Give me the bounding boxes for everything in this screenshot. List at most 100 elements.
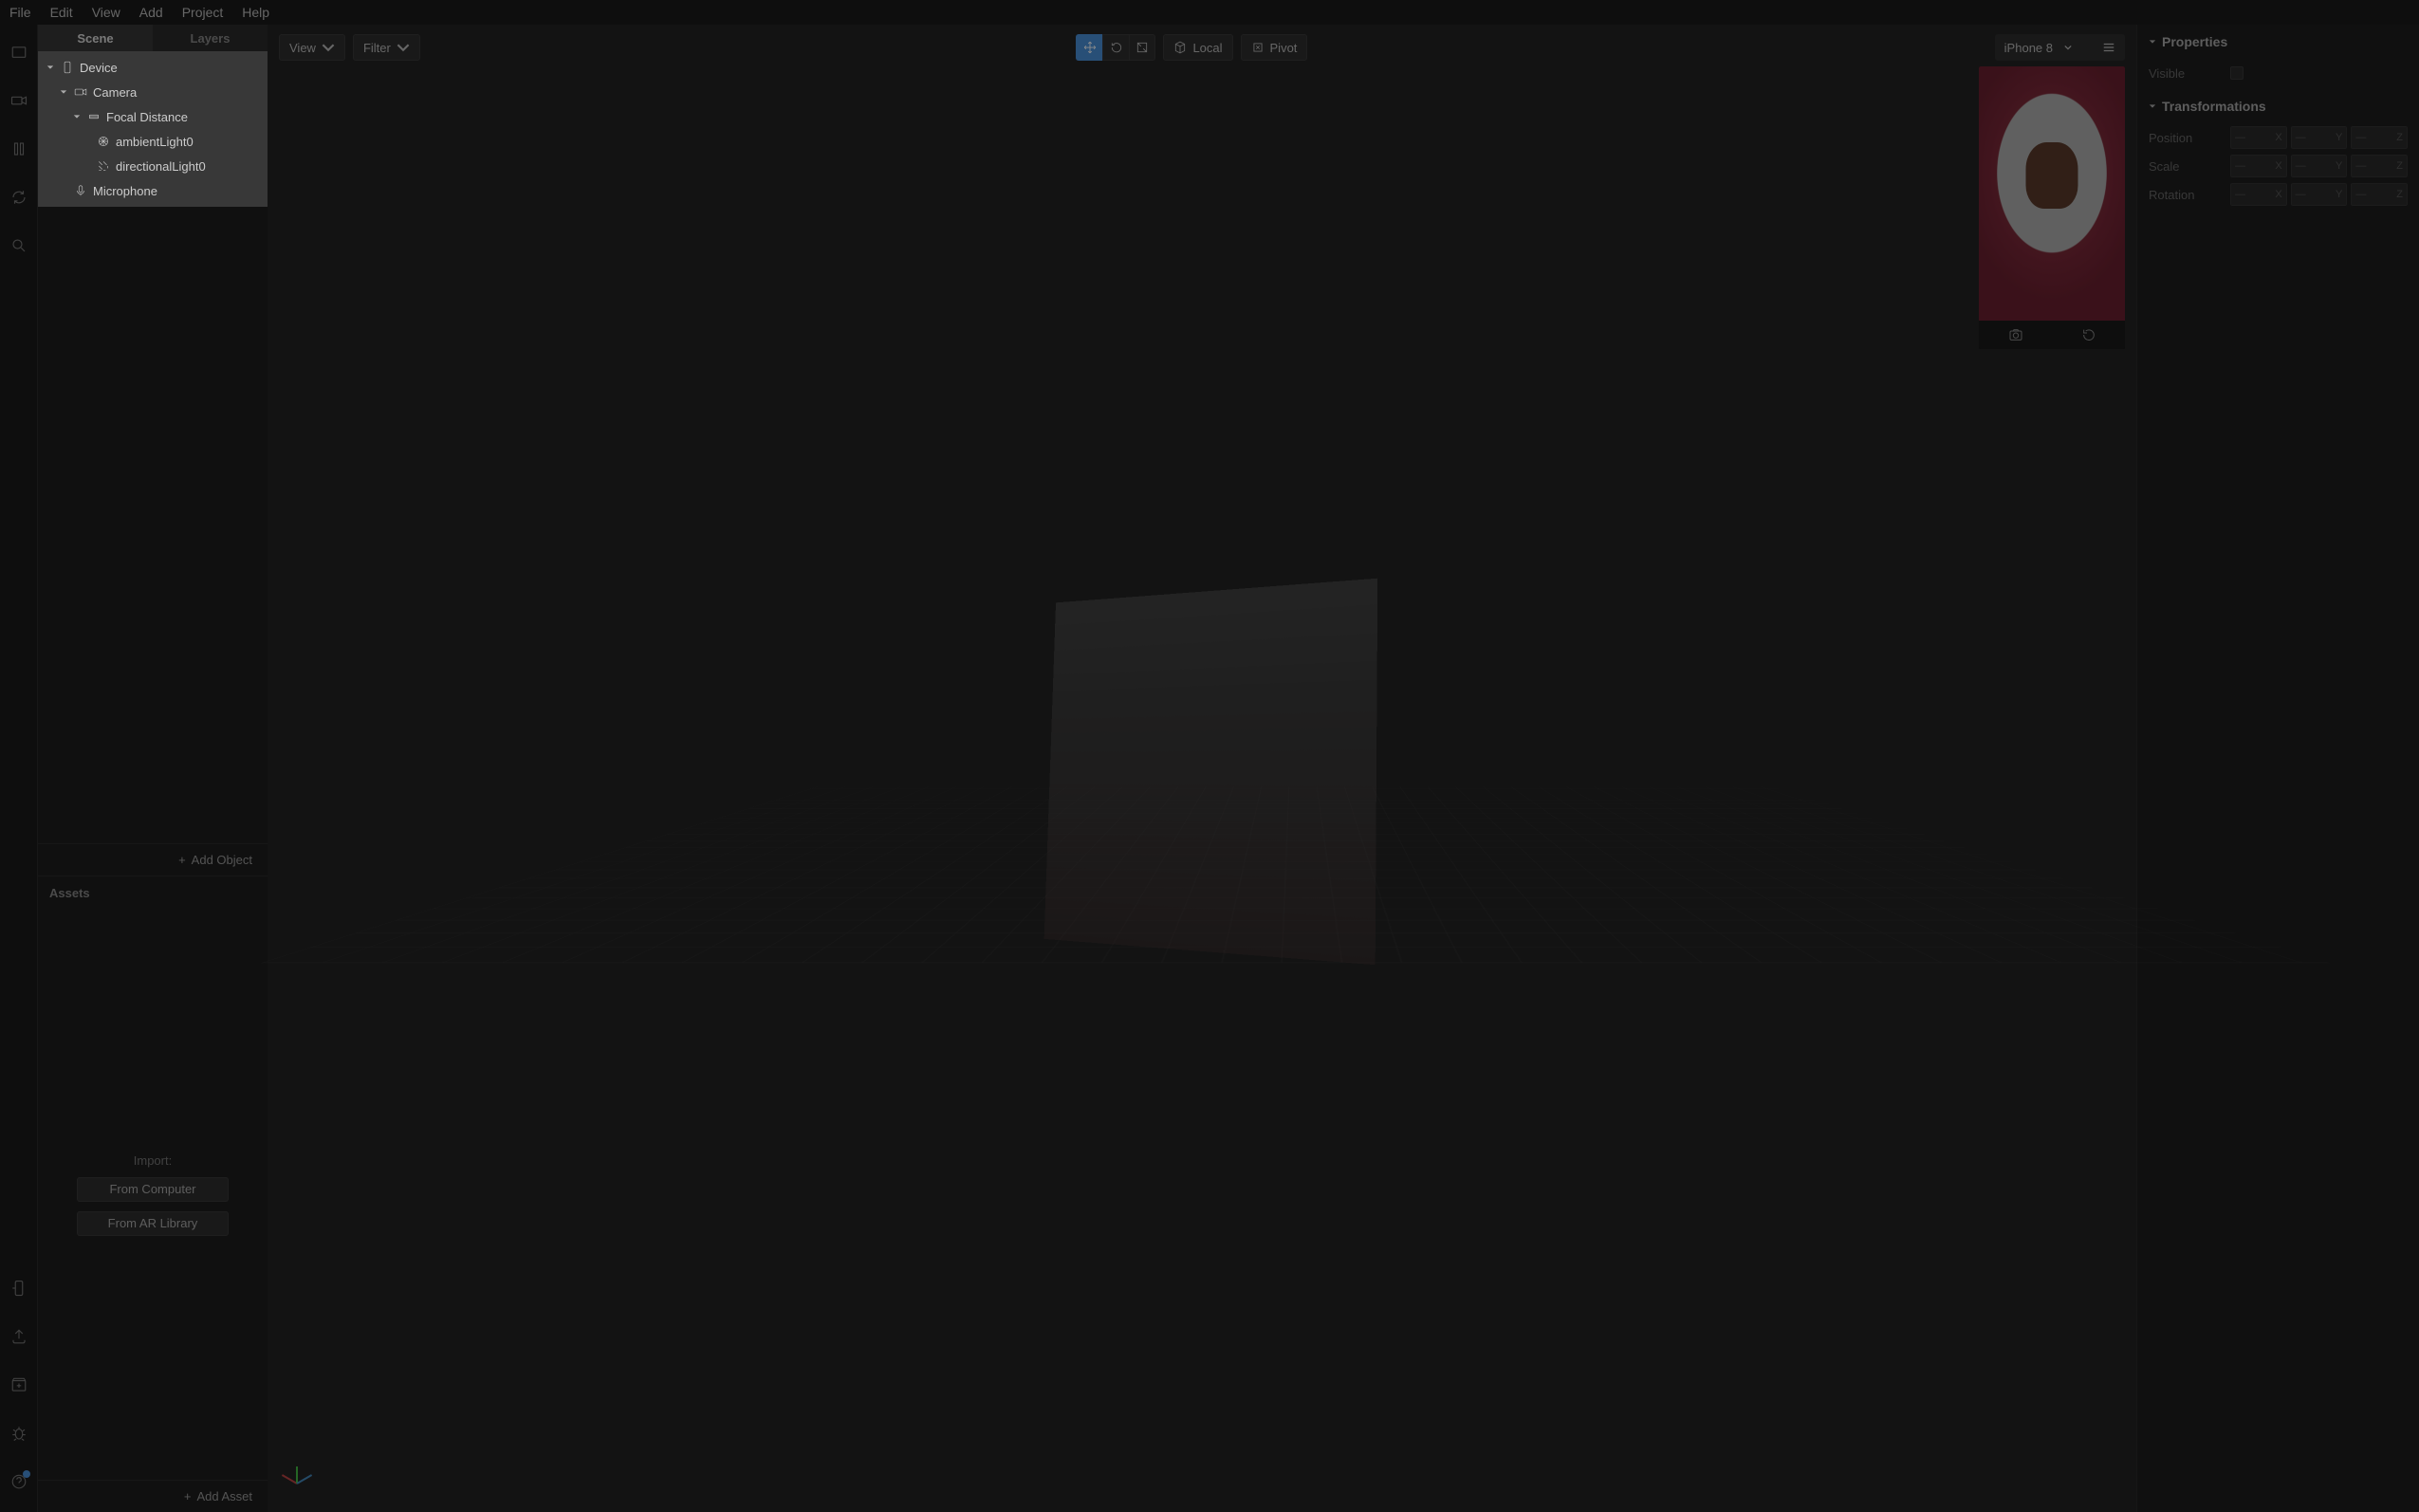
properties-header[interactable]: Properties bbox=[2149, 34, 2408, 49]
import-label: Import: bbox=[134, 1153, 172, 1168]
properties-panel: Properties Visible Transformations Posit… bbox=[2136, 25, 2419, 1512]
import-from-computer-button[interactable]: From Computer bbox=[77, 1177, 229, 1202]
rail-export-icon[interactable] bbox=[10, 1328, 28, 1348]
menu-add[interactable]: Add bbox=[139, 5, 163, 20]
menu-help[interactable]: Help bbox=[242, 5, 269, 20]
import-from-library-button[interactable]: From AR Library bbox=[77, 1211, 229, 1236]
chevron-down-icon bbox=[2064, 44, 2072, 51]
device-name: iPhone 8 bbox=[2004, 41, 2053, 55]
ambient-light-icon bbox=[97, 135, 110, 148]
device-preview bbox=[1979, 66, 2125, 349]
left-panel-tabs: Scene Layers bbox=[38, 25, 268, 51]
tab-scene[interactable]: Scene bbox=[38, 25, 153, 51]
assets-title: Assets bbox=[38, 876, 268, 910]
local-label: Local bbox=[1192, 41, 1222, 55]
left-panel: Scene Layers Device Camera Focal Distanc… bbox=[38, 25, 268, 1512]
3d-scene bbox=[268, 25, 2136, 1512]
collapse-arrow-icon bbox=[2149, 38, 2156, 46]
manipulate-tool-group bbox=[1076, 34, 1155, 61]
visible-row: Visible bbox=[2149, 59, 2408, 87]
add-asset-label: Add Asset bbox=[196, 1489, 252, 1503]
visible-label: Visible bbox=[2149, 66, 2223, 81]
tree-label: Camera bbox=[93, 85, 137, 100]
transformations-header[interactable]: Transformations bbox=[2149, 99, 2408, 114]
device-selector[interactable]: iPhone 8 bbox=[1995, 34, 2125, 61]
rail-camera-icon[interactable] bbox=[10, 92, 28, 112]
device-icon bbox=[61, 61, 74, 74]
filter-label: Filter bbox=[363, 41, 391, 55]
tree-device[interactable]: Device bbox=[38, 55, 268, 80]
tree-microphone[interactable]: Microphone bbox=[38, 178, 268, 203]
rotate-tool-button[interactable] bbox=[1102, 34, 1129, 61]
local-toggle-button[interactable]: Local bbox=[1163, 34, 1232, 61]
rail-refresh-icon[interactable] bbox=[10, 189, 28, 209]
rail-device-icon[interactable] bbox=[10, 1280, 28, 1300]
plus-icon: + bbox=[184, 1489, 192, 1503]
add-asset-button[interactable]: + Add Asset bbox=[38, 1480, 268, 1512]
scale-label: Scale bbox=[2149, 159, 2223, 174]
menu-bar: File Edit View Add Project Help bbox=[0, 0, 2419, 25]
scale-z-input[interactable]: —Z bbox=[2351, 155, 2408, 177]
tree-camera[interactable]: Camera bbox=[38, 80, 268, 104]
viewport-toolbar: View Filter Local Pivot bbox=[279, 34, 2125, 61]
rail-library-icon[interactable] bbox=[10, 1376, 28, 1396]
scale-tool-button[interactable] bbox=[1129, 34, 1155, 61]
rotation-x-input[interactable]: —X bbox=[2230, 183, 2287, 206]
rotation-label: Rotation bbox=[2149, 188, 2223, 202]
rail-bug-icon[interactable] bbox=[10, 1425, 28, 1445]
rail-search-icon[interactable] bbox=[10, 237, 28, 257]
expand-arrow-icon[interactable] bbox=[72, 112, 82, 121]
menu-project[interactable]: Project bbox=[182, 5, 224, 20]
preview-video bbox=[1979, 66, 2125, 321]
notification-dot bbox=[23, 1470, 30, 1478]
scale-row: Scale —X —Y —Z bbox=[2149, 152, 2408, 180]
pivot-icon bbox=[1251, 41, 1265, 54]
add-object-button[interactable]: + Add Object bbox=[38, 843, 268, 876]
tree-directional-light[interactable]: directionalLight0 bbox=[38, 154, 268, 178]
capture-icon[interactable] bbox=[2008, 327, 2023, 342]
scale-y-input[interactable]: —Y bbox=[2291, 155, 2348, 177]
tree-label: Device bbox=[80, 61, 118, 75]
tree-label: ambientLight0 bbox=[116, 135, 194, 149]
assets-panel: Assets Import: From Computer From AR Lib… bbox=[38, 876, 268, 1512]
position-x-input[interactable]: —X bbox=[2230, 126, 2287, 149]
tree-focal-distance[interactable]: Focal Distance bbox=[38, 104, 268, 129]
add-object-label: Add Object bbox=[192, 853, 252, 867]
expand-arrow-icon[interactable] bbox=[46, 63, 55, 72]
collapse-arrow-icon bbox=[2149, 102, 2156, 110]
position-label: Position bbox=[2149, 131, 2223, 145]
pivot-label: Pivot bbox=[1270, 41, 1298, 55]
view-dropdown[interactable]: View bbox=[279, 34, 345, 61]
rotation-y-input[interactable]: —Y bbox=[2291, 183, 2348, 206]
rotation-z-input[interactable]: —Z bbox=[2351, 183, 2408, 206]
properties-title: Properties bbox=[2162, 34, 2227, 49]
chevron-down-icon bbox=[397, 41, 410, 54]
scale-x-input[interactable]: —X bbox=[2230, 155, 2287, 177]
view-label: View bbox=[289, 41, 316, 55]
rail-pause-icon[interactable] bbox=[10, 140, 28, 160]
menu-icon[interactable] bbox=[2102, 41, 2115, 54]
rail-viewport-icon[interactable] bbox=[10, 44, 28, 64]
tree-ambient-light[interactable]: ambientLight0 bbox=[38, 129, 268, 154]
menu-file[interactable]: File bbox=[9, 5, 31, 20]
menu-edit[interactable]: Edit bbox=[50, 5, 73, 20]
tree-label: Focal Distance bbox=[106, 110, 188, 124]
camera-icon bbox=[74, 85, 87, 99]
pivot-toggle-button[interactable]: Pivot bbox=[1241, 34, 1308, 61]
cube-icon bbox=[1173, 41, 1187, 54]
tab-layers[interactable]: Layers bbox=[153, 25, 268, 51]
visible-checkbox[interactable] bbox=[2230, 66, 2244, 80]
reset-icon[interactable] bbox=[2081, 327, 2096, 342]
position-z-input[interactable]: —Z bbox=[2351, 126, 2408, 149]
tree-label: directionalLight0 bbox=[116, 159, 206, 174]
left-rail bbox=[0, 25, 38, 1512]
move-tool-button[interactable] bbox=[1076, 34, 1102, 61]
expand-arrow-icon[interactable] bbox=[59, 87, 68, 97]
chevron-down-icon bbox=[322, 41, 335, 54]
viewport[interactable]: View Filter Local Pivot bbox=[268, 25, 2136, 1512]
filter-dropdown[interactable]: Filter bbox=[353, 34, 420, 61]
rail-help-icon[interactable] bbox=[10, 1473, 28, 1493]
axis-gizmo bbox=[296, 1465, 315, 1484]
position-y-input[interactable]: —Y bbox=[2291, 126, 2348, 149]
menu-view[interactable]: View bbox=[92, 5, 120, 20]
